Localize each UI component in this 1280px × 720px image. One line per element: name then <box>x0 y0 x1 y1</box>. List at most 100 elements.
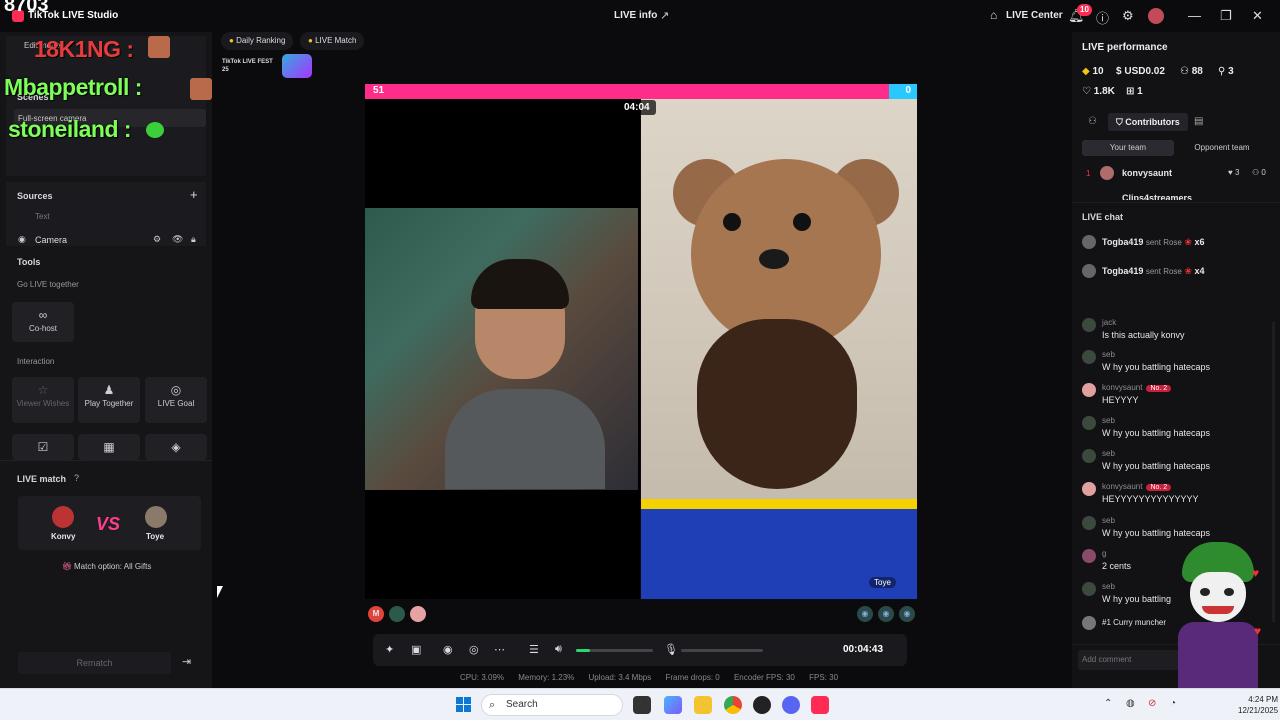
tiktok-studio-icon[interactable] <box>811 696 829 714</box>
go-live-together-label: Go LIVE together <box>17 280 79 289</box>
daily-ranking-pill[interactable]: ● Daily Ranking <box>221 32 294 50</box>
tool-tile-4[interactable]: ☑ <box>12 434 74 460</box>
tool-tile-6[interactable]: ◈ <box>145 434 207 460</box>
chat-user: konvysaunt No. 2 <box>1102 383 1172 392</box>
fps-stat: FPS: 30 <box>809 673 839 682</box>
chat-scrollbar[interactable] <box>1272 322 1275 622</box>
chat-text: W hy you battling hatecaps <box>1102 461 1211 471</box>
help-icon[interactable]: ? <box>74 473 79 483</box>
notification-badge: 10 <box>1077 4 1092 16</box>
add-source-icon[interactable]: + <box>190 187 198 202</box>
mouse-cursor <box>217 586 223 598</box>
player2-avatar <box>145 506 167 528</box>
live-match-pill[interactable]: ● LIVE Match <box>300 32 365 50</box>
heart-icon: ♥ <box>1254 624 1262 638</box>
cohost-avatar-1[interactable]: M <box>368 606 384 622</box>
likes-stat: ♡ 1.8K <box>1082 86 1115 97</box>
close-icon[interactable]: ✕ <box>1252 8 1263 24</box>
chat-user: jack <box>1102 318 1117 327</box>
effects-icon[interactable]: ✦ <box>385 643 394 656</box>
chat-message: seb W hy you battling hatecaps <box>1082 516 1272 540</box>
share-icon[interactable]: ↗ <box>660 9 669 22</box>
network-icon[interactable]: ◔ <box>1170 698 1176 709</box>
live-info-link[interactable]: LIVE info <box>614 10 657 21</box>
tray-chevron-icon[interactable]: ⌃ <box>1104 698 1112 709</box>
diamond-icon: ◆ <box>1082 66 1093 77</box>
cohost-button[interactable]: ∞ Co-host <box>12 302 74 342</box>
mic-slider[interactable] <box>681 649 763 652</box>
source-visibility-icon[interactable]: 👁︎ <box>172 234 183 245</box>
chat-text: Is this actually konvy <box>1102 330 1185 340</box>
list-icon[interactable]: ▤ <box>1194 116 1203 127</box>
user-avatar[interactable] <box>1148 8 1164 24</box>
help-icon[interactable]: ⓘ <box>1096 8 1109 27</box>
app-icon[interactable] <box>753 696 771 714</box>
maximize-icon[interactable]: ❐ <box>1220 8 1232 24</box>
source-lock-icon[interactable]: 🔒︎ <box>191 234 196 245</box>
file-explorer-icon[interactable] <box>694 696 712 714</box>
chat-avatar <box>1082 350 1096 364</box>
chat-message: konvysaunt No. 2 HEYYYY <box>1082 383 1272 407</box>
clock-date: 12/21/2025 <box>1238 706 1279 715</box>
cohost-avatar-2[interactable] <box>389 606 405 622</box>
discord-icon[interactable] <box>782 696 800 714</box>
center-stage <box>212 32 1068 688</box>
contributors-tab[interactable]: ⛉ Contributors <box>1108 113 1188 131</box>
live-center-link[interactable]: LIVE Center <box>1006 10 1063 21</box>
copilot-icon[interactable] <box>664 696 682 714</box>
windows-start-icon[interactable] <box>456 697 472 713</box>
gift1-avatar <box>1082 235 1096 249</box>
cohost-avatar-3[interactable] <box>410 606 426 622</box>
minimize-icon[interactable]: — <box>1188 8 1201 23</box>
chat-avatar <box>1082 482 1096 496</box>
more-icon[interactable]: ⋯ <box>494 643 505 656</box>
gift1-line: Togba419 sent Rose ❀ x6 <box>1102 237 1204 248</box>
screenshot-icon[interactable]: ◎ <box>469 643 479 656</box>
chrome-icon[interactable] <box>724 696 742 714</box>
speaker-icon[interactable]: 🔊︎ <box>555 643 562 656</box>
tray-app-icon[interactable]: ◍ <box>1126 698 1135 709</box>
record-icon[interactable]: ◉ <box>443 643 453 656</box>
stream-duration: 00:04:43 <box>843 644 884 655</box>
live-chat-title: LIVE chat <box>1082 212 1124 222</box>
guest-slot-2[interactable]: ◉ <box>878 606 894 622</box>
play-together-button[interactable]: ♟ Play Together <box>78 377 140 423</box>
your-team-tab[interactable]: Your team <box>1082 140 1174 156</box>
tray-app-icon-2[interactable]: ⊘ <box>1148 698 1156 709</box>
guest-slot-1[interactable]: ◉ <box>857 606 873 622</box>
player2-name: Toye <box>146 532 165 541</box>
settings-gear-icon[interactable]: ⚙ <box>1122 8 1134 24</box>
guest-slot-3[interactable]: ◉ <box>899 606 915 622</box>
mixer-icon[interactable]: ☰ <box>529 643 539 656</box>
invite-icon[interactable]: ⚇ <box>1088 116 1097 127</box>
play-together-label: Play Together <box>84 399 134 408</box>
opponent-team-tab[interactable]: Opponent team <box>1176 140 1268 156</box>
contributor-zero: ⚇ 0 <box>1252 168 1266 177</box>
encoder-fps-stat: Encoder FPS: 30 <box>733 673 795 682</box>
joker-mouth <box>1202 606 1234 614</box>
chat-text: W hy you battling hatecaps <box>1102 428 1211 438</box>
exit-match-icon[interactable]: ⇥ <box>182 655 191 668</box>
shares-stat: ⚲ 3 <box>1218 66 1234 77</box>
live-goal-button[interactable]: ◎ LIVE Goal <box>145 377 207 423</box>
source-settings-icon[interactable]: ⚙ <box>153 234 161 245</box>
source-text[interactable]: Text <box>35 212 50 221</box>
viewer-wishes-button[interactable]: ☆ Viewer Wishes <box>12 377 74 423</box>
taskbar-clock[interactable]: 4:24 PM 12/21/2025 <box>1238 694 1278 716</box>
sources-title: Sources <box>17 191 53 201</box>
chat-text: HEYYYYYYYYYYYYYY <box>1102 494 1199 504</box>
rematch-button[interactable]: Rematch <box>18 652 171 674</box>
home-icon[interactable]: ⌂ <box>990 8 997 22</box>
chat-message: seb W hy you battling hatecaps <box>1082 350 1272 374</box>
tool-tile-5[interactable]: ▦ <box>78 434 140 460</box>
task-view-icon[interactable] <box>633 696 651 714</box>
volume-slider[interactable] <box>576 649 653 652</box>
source-camera[interactable]: Camera <box>35 235 67 245</box>
layout-icon[interactable]: ▣ <box>411 643 421 656</box>
joker-sticker: ♥ ♥ <box>1168 542 1268 688</box>
rank-badge: No. 2 <box>1146 385 1172 392</box>
taskbar-search[interactable]: ⌕ Search <box>481 694 623 716</box>
live-match-title: LIVE match <box>17 474 67 484</box>
match-option[interactable]: Match option: All Gifts <box>74 562 151 571</box>
microphone-icon[interactable]: 🎙︎ <box>664 643 678 656</box>
